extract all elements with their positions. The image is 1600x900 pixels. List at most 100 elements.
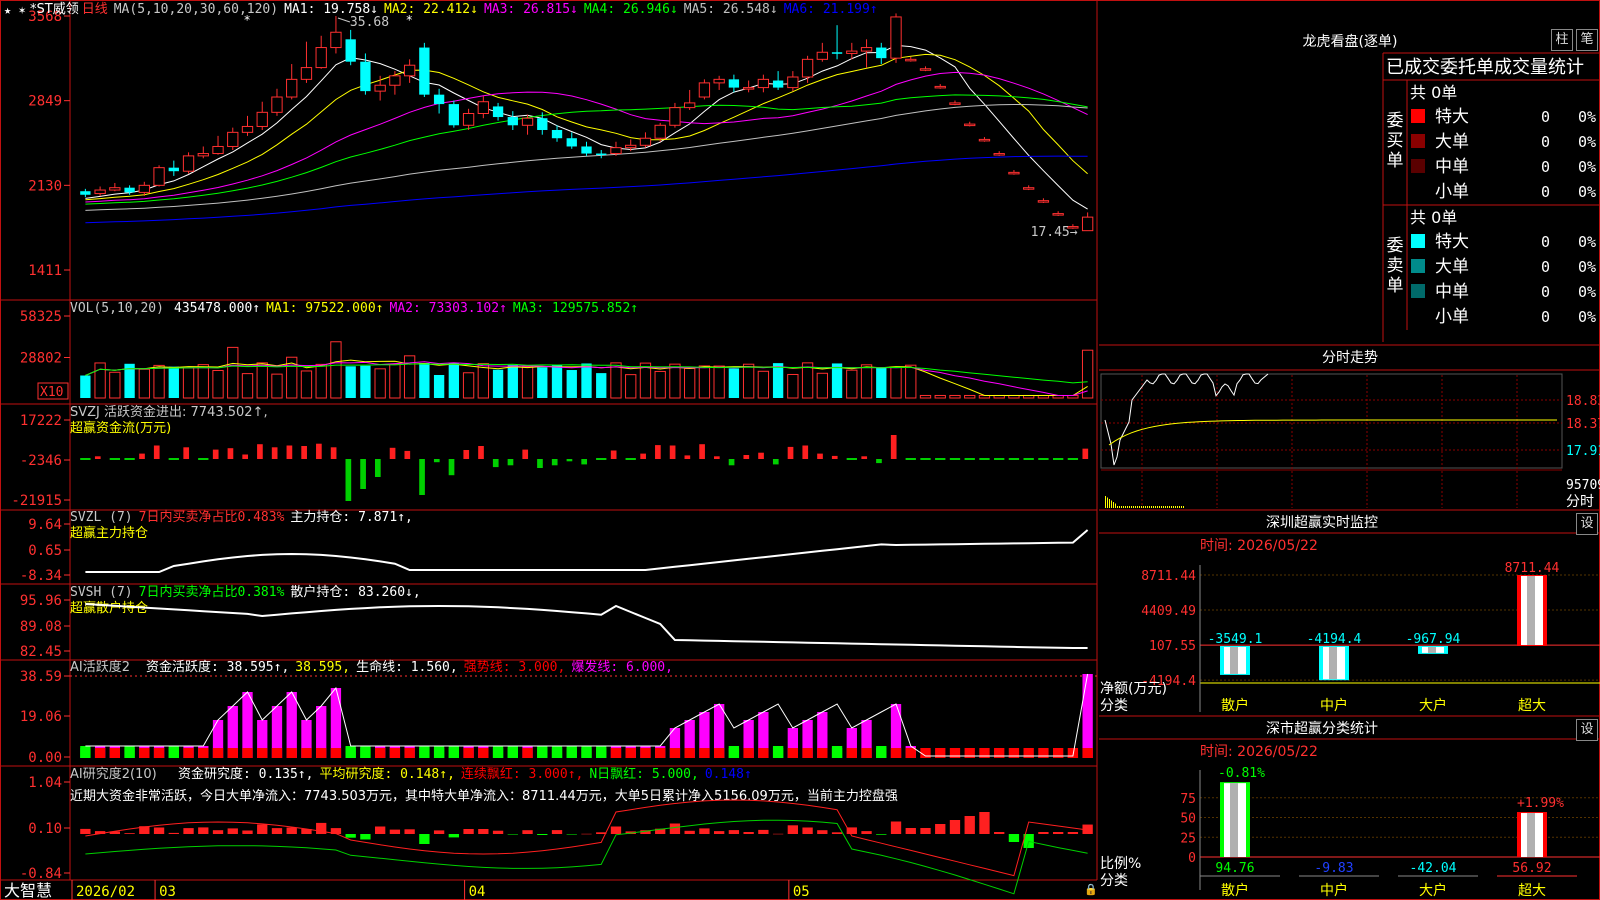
minute-vol-bar (1129, 506, 1130, 508)
ai1-base (669, 748, 681, 758)
minute-tick-1: 18.37 (1566, 417, 1600, 432)
ai1-base (596, 748, 607, 758)
minute-vol-bar (1143, 506, 1144, 508)
candle (94, 186, 106, 196)
volume-bar (919, 394, 932, 399)
candle-body (360, 61, 371, 92)
candle-body (581, 146, 592, 154)
minute-vol-bar (1121, 506, 1122, 508)
candle-body (934, 85, 946, 89)
svzj-bar (374, 459, 381, 477)
volume-bar (492, 369, 504, 398)
sell-side-char-2: 单 (1387, 276, 1404, 296)
candle-body (315, 47, 327, 69)
ai1-base (655, 748, 666, 758)
candle (978, 137, 991, 142)
svzj-bar (669, 445, 676, 459)
ai2-bar (360, 834, 371, 840)
vol-value-2: MA2: 73303.102↑ (390, 301, 507, 316)
ai2-tick-0: 1.04 (28, 775, 62, 791)
svzj-bar (345, 459, 352, 501)
stock-chart[interactable]: 3568284921301411★ ✶ *ST威领 日线 MA(5,10,20,30,… (0, 0, 1600, 900)
minute-vol-bar (1149, 506, 1150, 508)
candle (182, 152, 195, 174)
svzj-flat (1038, 458, 1049, 460)
minute-vol-bar (1147, 506, 1148, 508)
candle (905, 56, 917, 62)
minute-vol-bar (1109, 499, 1110, 508)
buy-side-char-0: 委 (1387, 111, 1404, 131)
ai2-bar (669, 823, 681, 834)
sz-tick-0: 8711.44 (1141, 569, 1196, 584)
ai1-tick-1: 19.06 (20, 709, 62, 725)
candle-body (330, 31, 342, 49)
sell-label-2: 中单 (1435, 282, 1469, 302)
ai1-base (640, 748, 651, 758)
ai1-base (286, 748, 297, 758)
minute-vol-bar (1167, 506, 1168, 508)
candle-body (419, 47, 430, 95)
ai1-tick-2: 0.00 (28, 750, 62, 766)
ai2-bar (787, 825, 799, 834)
ai2-value-3: N日飘红: 5.000, (589, 766, 698, 782)
ai1-base (183, 748, 194, 758)
lhb-title: 龙虎看盘(逐单) (1303, 33, 1398, 50)
ai1-bar (330, 688, 342, 758)
buy-label-3: 小单 (1435, 182, 1469, 202)
sell-total: 共 0单 (1410, 208, 1457, 227)
candle-body (1023, 187, 1035, 190)
order-title: 已成交委托单成交量统计 (1386, 57, 1584, 78)
column-mode-button[interactable]: 柱 (1551, 29, 1573, 51)
svzj-bar (212, 449, 219, 459)
high-pointer (337, 17, 351, 23)
svzj-tick-1: -2346 (20, 453, 62, 469)
candle-body (728, 79, 740, 88)
svzj-bar (728, 459, 735, 466)
ai1-base (80, 748, 91, 758)
cls-value-1: -9.83 (1314, 861, 1353, 876)
svzl-tick-0: 9.64 (28, 517, 62, 533)
ai1-base (478, 748, 489, 758)
candle-body (801, 58, 814, 78)
candle-body (80, 191, 91, 195)
volume-bar (462, 372, 475, 399)
volume-bar (315, 363, 327, 399)
sz-class-settings-button[interactable]: 设 (1576, 719, 1598, 741)
candle-body (654, 124, 666, 139)
svzj-bar (448, 459, 455, 476)
ai2-bar (522, 830, 533, 834)
sell-count-0: 0 (1541, 233, 1550, 251)
ai2-bar (227, 828, 238, 834)
candle-body (772, 80, 784, 88)
ai1-base (433, 748, 445, 758)
volume-bar (698, 365, 711, 399)
candle-body (684, 102, 696, 109)
vol-value-3: MA3: 129575.852↑ (513, 301, 638, 316)
minute-vol-bar (1157, 506, 1158, 508)
candle (698, 79, 711, 100)
sz-monitor-settings-button[interactable]: 设 (1576, 513, 1598, 535)
volume-bar (772, 363, 784, 398)
volume-bar (625, 374, 637, 399)
svzj-bar (1082, 448, 1089, 459)
svzj-bar (94, 456, 101, 459)
candle (684, 89, 696, 110)
tick-mode-button[interactable]: 笔 (1576, 29, 1598, 51)
buy-swatch-2 (1411, 159, 1425, 173)
ai2-bar (890, 821, 902, 834)
minute-vol-bar (1119, 506, 1120, 508)
ai1-base (713, 748, 725, 758)
candle-body (403, 64, 416, 77)
xaxis-label-2: 04 (469, 884, 486, 900)
candle (801, 55, 814, 83)
candle-body (551, 129, 563, 139)
cls-value-0: 94.76 (1215, 861, 1254, 876)
ai1-base (257, 748, 268, 758)
candle-body (448, 104, 460, 126)
candle-body (256, 111, 268, 127)
signal-marker-1: * (406, 13, 413, 27)
svzj-bar (876, 459, 882, 464)
ma-value-3: MA4: 26.946↓ (584, 2, 678, 17)
candle-body (993, 153, 1005, 156)
candle-body (153, 167, 165, 186)
